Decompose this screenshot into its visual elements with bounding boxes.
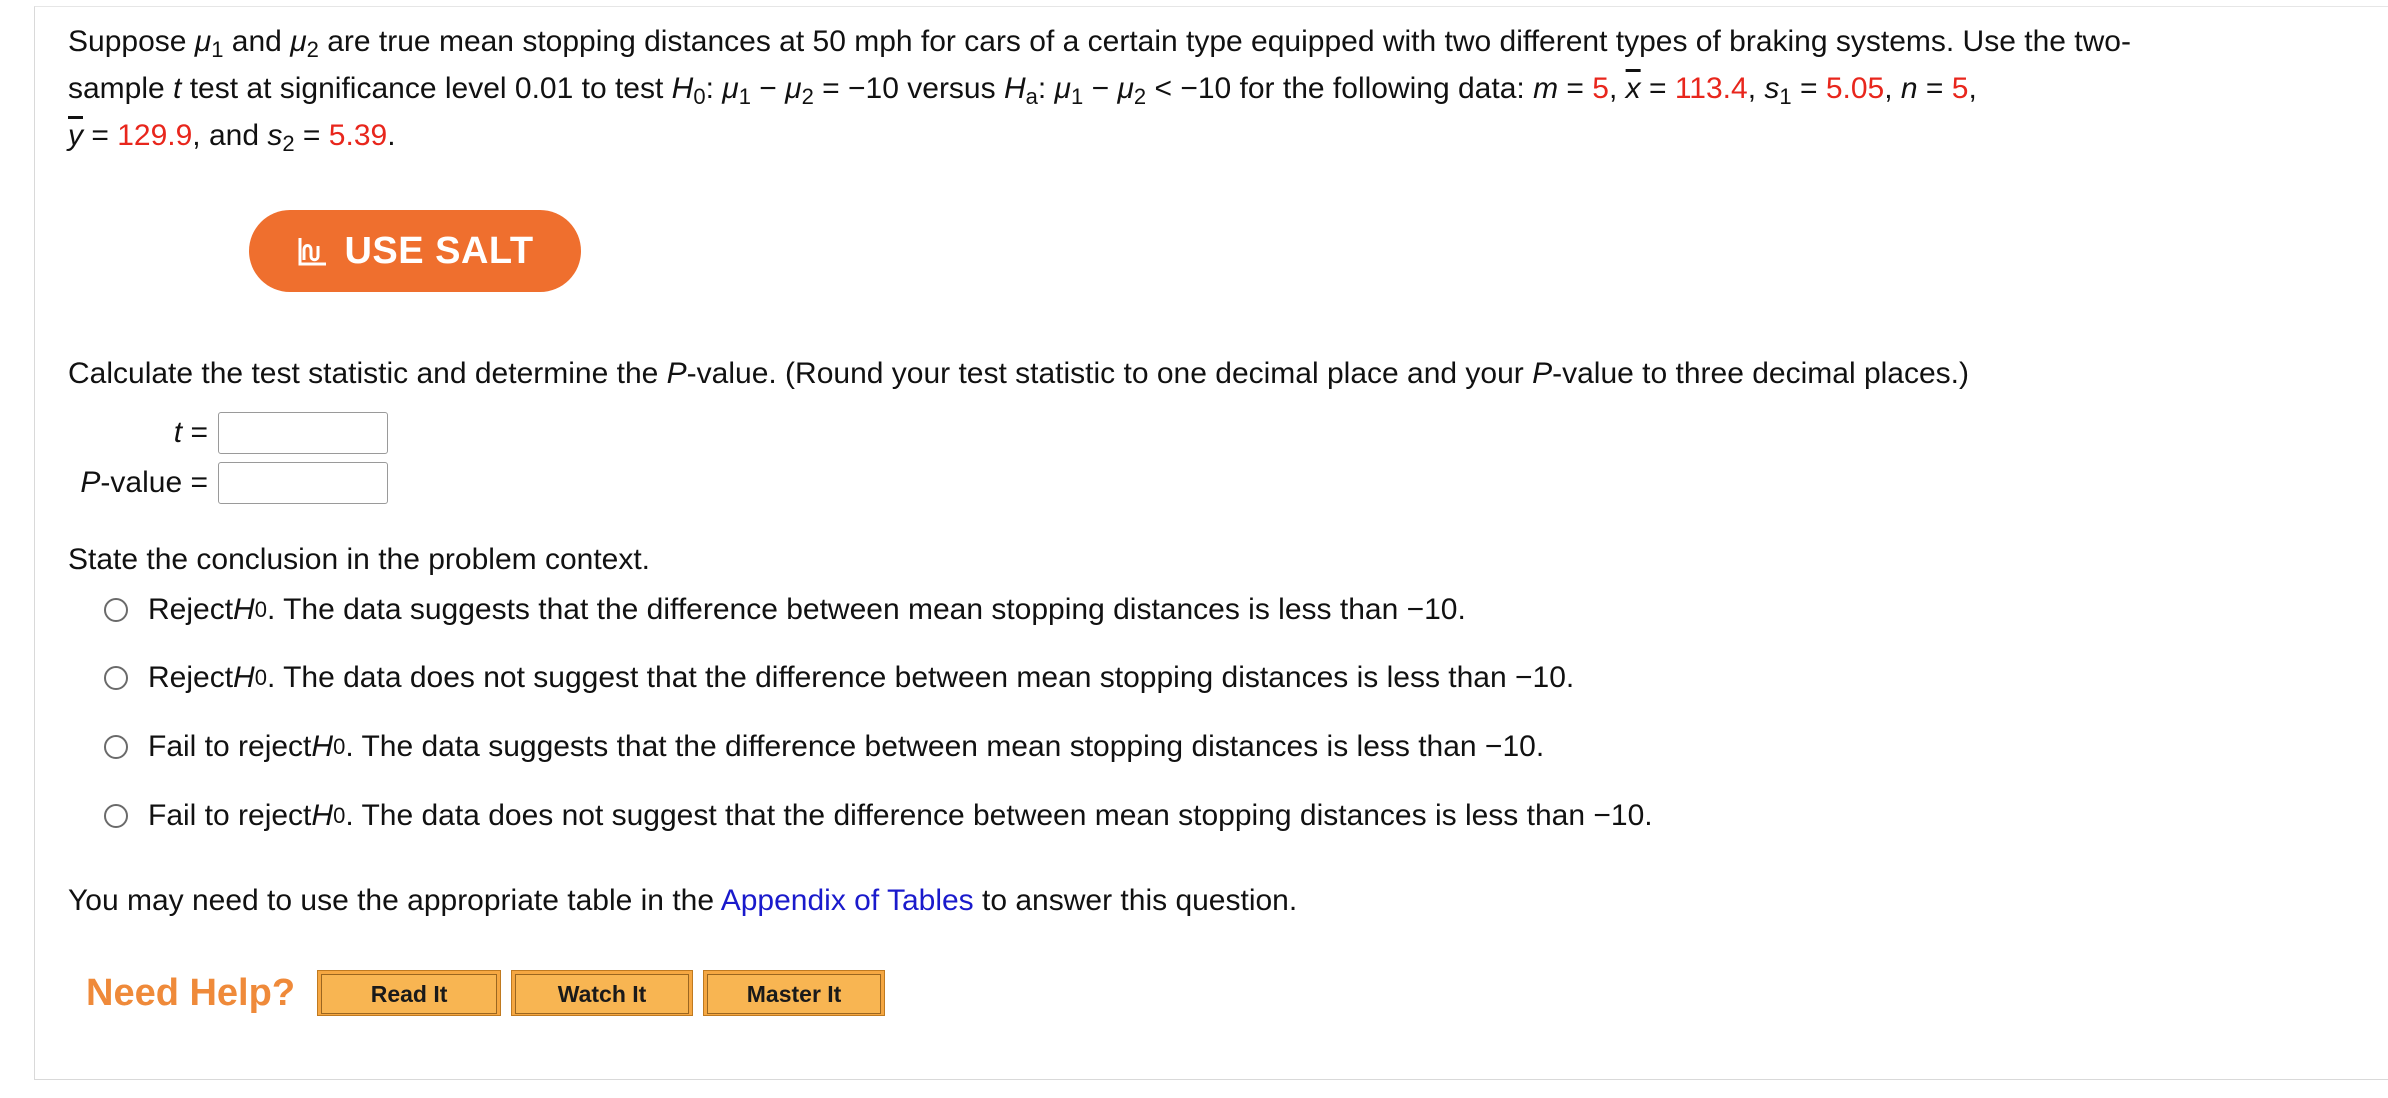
p-value-row: P-value = <box>58 462 388 504</box>
t-label: t = <box>173 416 208 449</box>
m-value: 5 <box>1592 72 1609 105</box>
problem-statement: Suppose μ1 and μ2 are true mean stopping… <box>68 25 2131 156</box>
conclusion-option[interactable]: Reject H0. The data does not suggest tha… <box>104 661 1574 695</box>
instructions: Calculate the test statistic and determi… <box>68 357 1969 390</box>
conclusion-option[interactable]: Reject H0. The data suggests that the di… <box>104 593 1466 627</box>
need-help-bar: Need Help? Read It Watch It Master It <box>86 970 895 1016</box>
radio-button[interactable] <box>104 735 128 759</box>
watch-it-button[interactable]: Watch It <box>511 970 694 1016</box>
x-bar-value: 113.4 <box>1674 72 1748 105</box>
y-bar-symbol: y <box>68 119 83 152</box>
conclusion-option[interactable]: Fail to reject H0. The data suggests tha… <box>104 730 1544 764</box>
conclusion-prompt: State the conclusion in the problem cont… <box>68 543 651 576</box>
y-bar-value: 129.9 <box>117 119 193 152</box>
radio-button[interactable] <box>104 804 128 828</box>
s1-value: 5.05 <box>1825 72 1885 105</box>
appendix-note: You may need to use the appropriate tabl… <box>68 884 1298 917</box>
use-salt-button[interactable]: USE SALT <box>249 210 581 292</box>
n-value: 5 <box>1951 72 1969 105</box>
appendix-of-tables-link[interactable]: Appendix of Tables <box>721 884 974 917</box>
p-value-input[interactable] <box>218 462 388 504</box>
s2-value: 5.39 <box>328 119 388 152</box>
conclusion-option[interactable]: Fail to reject H0. The data does not sug… <box>104 799 1653 833</box>
radio-button[interactable] <box>104 666 128 690</box>
salt-icon <box>298 238 327 266</box>
t-statistic-input[interactable] <box>218 412 388 454</box>
need-help-label: Need Help? <box>86 971 296 1014</box>
p-value-label: P-value = <box>80 466 208 499</box>
x-bar-symbol: x <box>1625 72 1641 105</box>
read-it-button[interactable]: Read It <box>317 970 502 1016</box>
master-it-button[interactable]: Master It <box>703 970 886 1016</box>
radio-button[interactable] <box>104 598 128 622</box>
t-statistic-row: t = <box>58 412 388 454</box>
